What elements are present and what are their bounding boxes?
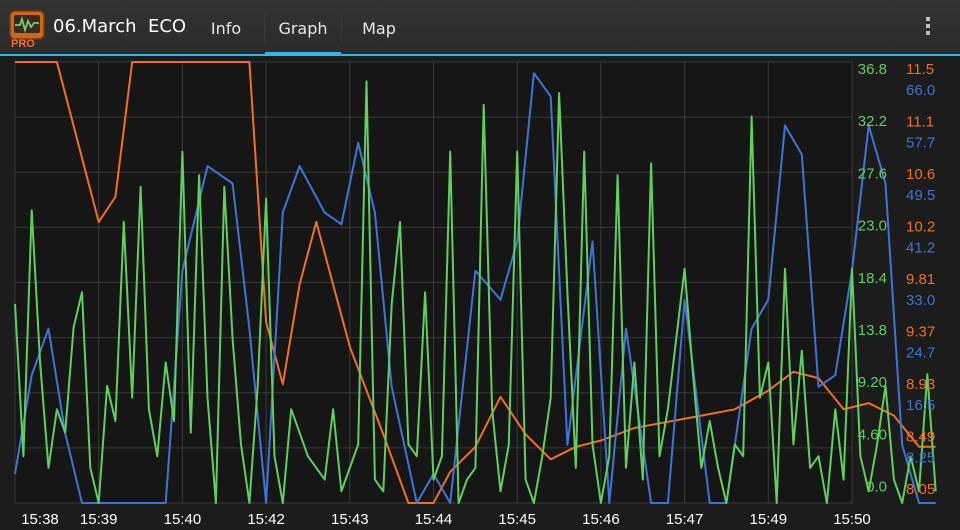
tab-info[interactable]: Info (195, 0, 257, 54)
blue-axis-tick-label: 8.25 (906, 450, 935, 467)
green-axis-tick-label: 0.0 (866, 479, 887, 496)
orange-axis-tick-label: 8.93 (906, 376, 935, 393)
green-axis-tick-label: 23.0 (858, 218, 887, 235)
green-axis-tick-label: 18.4 (858, 270, 887, 287)
orange-axis-tick-label: 8.05 (906, 481, 935, 498)
tab-map[interactable]: Map (348, 0, 410, 54)
orange-axis-tick-label: 10.6 (906, 166, 935, 183)
x-axis-tick-label: 15:39 (80, 511, 118, 528)
x-axis-tick-label: 15:42 (247, 511, 285, 528)
orange-axis-tick-label: 9.81 (906, 271, 935, 288)
overflow-menu-icon[interactable] (916, 14, 940, 42)
x-axis-tick-label: 15:45 (498, 511, 536, 528)
blue-axis-tick-label: 16.5 (906, 397, 935, 414)
x-axis-tick-label: 15:46 (582, 511, 620, 528)
x-axis-tick-label: 15:38 (21, 511, 59, 528)
orange-axis-tick-label: 9.37 (906, 324, 935, 341)
blue-axis-tick-label: 66.0 (906, 82, 935, 99)
orange-axis-tick-label: 10.2 (906, 219, 935, 236)
tab-graph[interactable]: Graph (265, 0, 341, 56)
app-title: 06.March ECO (53, 16, 187, 37)
tab-divider (341, 14, 342, 42)
x-axis-tick-label: 15:50 (833, 511, 871, 528)
x-axis-tick-label: 15:49 (750, 511, 788, 528)
green-axis-tick-label: 4.60 (858, 426, 887, 443)
app-logo-icon[interactable]: PRO (8, 8, 48, 48)
green-axis-tick-label: 32.2 (858, 113, 887, 130)
green-axis-tick-label: 36.8 (858, 61, 887, 78)
blue-axis-tick-label: 24.7 (906, 345, 935, 362)
green-axis-tick-label: 13.8 (858, 322, 887, 339)
pro-badge: PRO (11, 38, 35, 48)
blue-axis-tick-label: 49.5 (906, 187, 935, 204)
action-bar: PRO 06.March ECO Info Graph Map (0, 0, 960, 56)
orange-axis-tick-label: 11.5 (906, 61, 934, 78)
x-axis-tick-label: 15:47 (666, 511, 704, 528)
blue-axis-tick-label: 33.0 (906, 292, 935, 309)
x-axis-tick-label: 15:40 (164, 511, 202, 528)
blue-axis-tick-label: 57.7 (906, 135, 935, 152)
orange-axis-tick-label: 11.1 (906, 114, 934, 131)
graph-chart[interactable]: 36.8 32.2 27.6 23.0 18.4 13.8 9.20 4.60 0.0 11.5 1… (0, 58, 960, 530)
x-axis-tick-label: 15:43 (331, 511, 369, 528)
x-axis-tick-label: 15:44 (415, 511, 453, 528)
green-axis-tick-label: 9.20 (858, 374, 887, 391)
blue-axis-tick-label: 41.2 (906, 240, 935, 257)
orange-axis-tick-label: 8.49 (906, 429, 935, 446)
green-axis-tick-label: 27.6 (858, 165, 887, 182)
